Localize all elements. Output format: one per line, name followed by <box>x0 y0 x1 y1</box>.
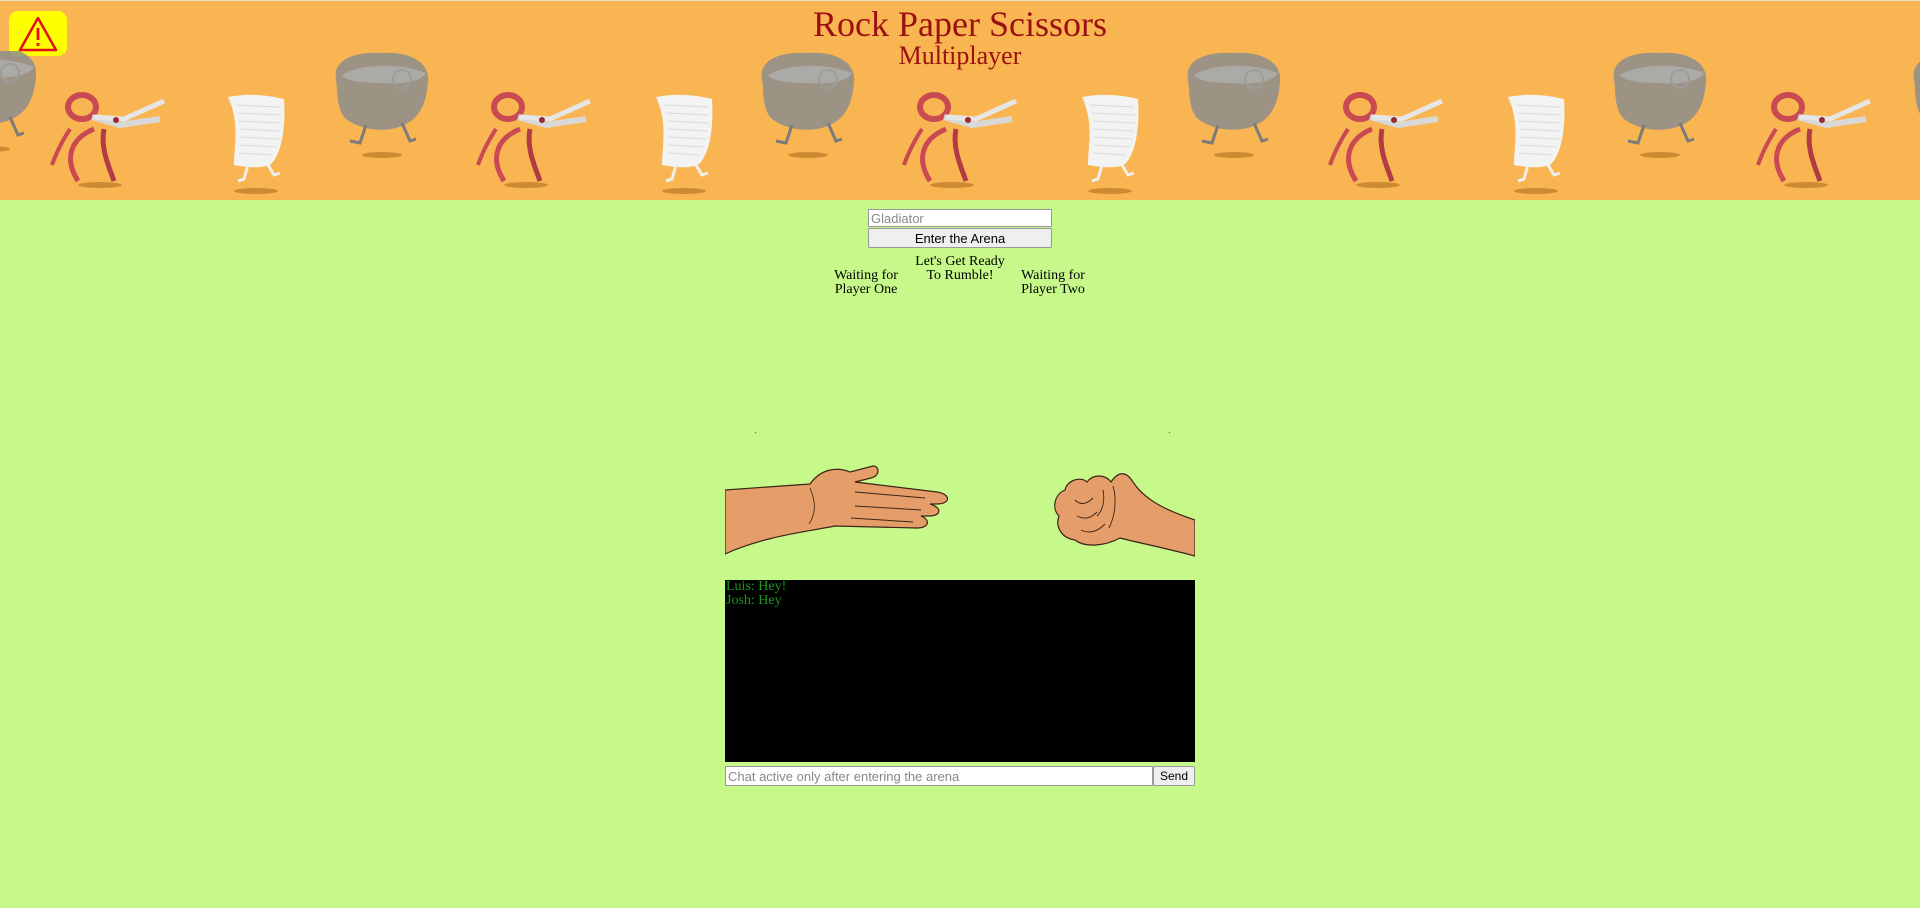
gladiator-name-input[interactable] <box>868 209 1052 227</box>
chat-message: Josh: Hey <box>726 593 782 608</box>
character-parade <box>0 51 1920 196</box>
arena-marker-right <box>1169 432 1170 433</box>
header-banner: Rock Paper Scissors Multiplayer <box>0 0 1920 200</box>
arena-hands <box>725 465 1195 557</box>
page-title: Rock Paper Scissors <box>813 4 1107 44</box>
chat-message: Luis: Hey! <box>726 579 787 594</box>
player-two-status: Waiting for Player Two <box>1021 268 1085 297</box>
chat-input[interactable] <box>725 766 1153 786</box>
send-button[interactable]: Send <box>1153 766 1195 786</box>
paper-hand-icon <box>725 465 949 555</box>
player-one-status: Waiting for Player One <box>834 268 898 297</box>
arena-marker-left <box>755 432 756 433</box>
rock-fist-icon <box>1054 473 1195 557</box>
enter-arena-button[interactable]: Enter the Arena <box>868 228 1052 248</box>
login-form: Enter the Arena <box>868 209 1052 248</box>
center-status: Let's Get Ready To Rumble! <box>915 254 1005 283</box>
chat-form: Send <box>725 766 1195 786</box>
chat-log: Luis: Hey! Josh: Hey <box>725 580 1195 762</box>
